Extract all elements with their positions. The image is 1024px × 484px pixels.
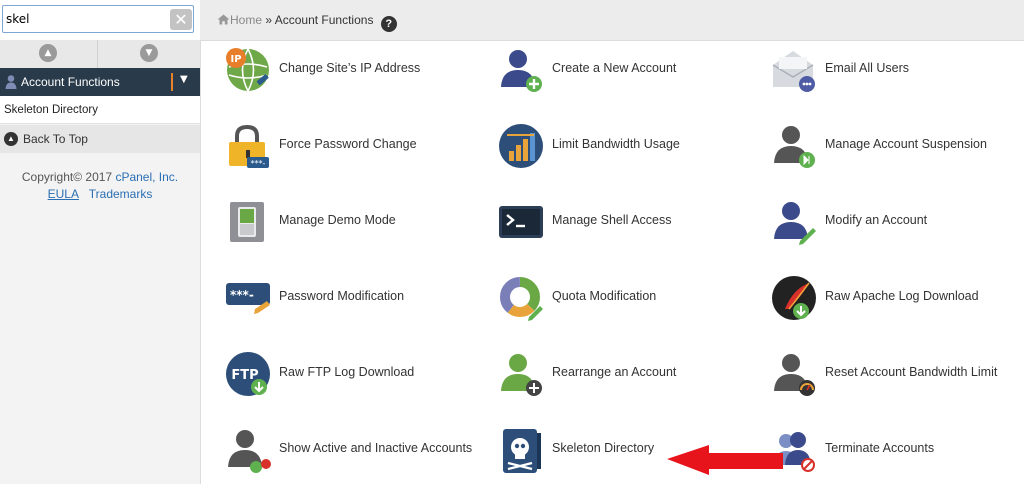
tile-limit-bandwidth-usage[interactable]: Limit Bandwidth Usage [498, 123, 748, 173]
tile-label: Rearrange an Account [552, 365, 677, 379]
user-suspend-icon [774, 126, 815, 168]
back-to-top-label: Back To Top [23, 132, 88, 146]
breadcrumb-home-label: Home [230, 13, 263, 27]
category-toggle-icon[interactable]: ▼ [180, 74, 188, 85]
user-edit-icon [774, 202, 816, 245]
tile-label: Manage Account Suspension [825, 137, 987, 151]
back-to-top-link[interactable]: ▲ Back To Top [0, 125, 200, 153]
collapse-all-icon[interactable]: ▲ [39, 44, 57, 62]
envelope-icon [772, 51, 815, 92]
password-key-icon: ***- [226, 283, 270, 314]
svg-text:***-: ***- [251, 159, 266, 168]
svg-text:IP: IP [230, 54, 241, 65]
tile-password-modification[interactable]: ***- Password Modification [225, 275, 475, 325]
tile-reset-account-bandwidth-limit[interactable]: Reset Account Bandwidth Limit [771, 351, 1021, 401]
copyright: Copyright© 2017 cPanel, Inc. EULA Tradem… [0, 169, 200, 203]
tile-force-password-change[interactable]: ***- Force Password Change [225, 123, 475, 173]
tile-label: Create a New Account [552, 61, 677, 75]
divider [97, 40, 98, 68]
tile-modify-an-account[interactable]: Modify an Account [771, 199, 1021, 249]
tile-rearrange-an-account[interactable]: Rearrange an Account [498, 351, 748, 401]
tile-manage-demo-mode[interactable]: Manage Demo Mode [225, 199, 475, 249]
user-move-icon [501, 354, 542, 396]
annotation-arrow-icon [667, 445, 783, 475]
sidebar: ✕ ▲ ▼ Account Functions ▼ Skeleton Direc… [0, 0, 201, 484]
home-icon [217, 14, 230, 25]
apache-feather-icon [772, 276, 816, 320]
tile-manage-account-suspension[interactable]: Manage Account Suspension [771, 123, 1021, 173]
sidebar-item-skeleton-directory[interactable]: Skeleton Directory [0, 96, 200, 124]
bandwidth-chart-icon [499, 124, 543, 168]
tile-label: Email All Users [825, 61, 910, 75]
user-icon [5, 75, 17, 89]
cpanel-link[interactable]: cPanel, Inc. [115, 170, 178, 184]
tile-raw-apache-log-download[interactable]: Raw Apache Log Download [771, 275, 1021, 325]
svg-text:***-: ***- [230, 288, 254, 302]
tile-label: Modify an Account [825, 213, 928, 227]
eula-link[interactable]: EULA [48, 187, 79, 201]
terminal-icon [499, 206, 543, 238]
arrow-up-icon: ▲ [4, 132, 18, 146]
user-gauge-icon [774, 354, 815, 396]
padlock-icon: ***- [229, 124, 269, 168]
copyright-text: Copyright© 2017 [21, 170, 113, 184]
tile-label: Manage Shell Access [552, 213, 672, 227]
tile-label: Terminate Accounts [825, 441, 935, 455]
category-label: Account Functions [21, 75, 120, 89]
tile-show-active-inactive-accounts[interactable]: Show Active and Inactive Accounts [225, 427, 495, 477]
clear-search-icon[interactable]: ✕ [170, 9, 192, 30]
help-icon[interactable]: ? [380, 16, 397, 32]
tile-label: Show Active and Inactive Accounts [279, 441, 473, 455]
ftp-download-icon: FTP [226, 352, 270, 396]
tile-quota-modification[interactable]: Quota Modification [498, 275, 748, 325]
tile-manage-shell-access[interactable]: Manage Shell Access [498, 199, 748, 249]
breadcrumb-home[interactable]: Home [217, 13, 262, 27]
quota-donut-icon [500, 277, 543, 321]
tile-label: Quota Modification [552, 289, 657, 303]
breadcrumb-separator: » [265, 13, 273, 27]
tile-label: Reset Account Bandwidth Limit [825, 365, 998, 379]
tile-email-all-users[interactable]: Email All Users [771, 47, 1021, 97]
tile-label: Raw FTP Log Download [279, 365, 415, 379]
ip-globe-icon: IP [226, 48, 269, 92]
tile-label: Password Modification [279, 289, 405, 303]
expand-all-icon[interactable]: ▼ [140, 44, 158, 62]
tile-label: Limit Bandwidth Usage [552, 137, 680, 151]
tile-label: Raw Apache Log Download [825, 289, 979, 303]
tile-label: Manage Demo Mode [279, 213, 396, 227]
breadcrumb-current: Account Functions [274, 13, 374, 27]
tile-label: Force Password Change [279, 137, 417, 151]
collapse-expand-bar: ▲ ▼ [0, 40, 200, 69]
user-status-icon [228, 430, 271, 473]
divider [171, 73, 173, 91]
search-input[interactable] [2, 5, 194, 33]
tile-label: Change Site’s IP Address [279, 61, 421, 75]
tile-raw-ftp-log-download[interactable]: FTP Raw FTP Log Download [225, 351, 475, 401]
demo-switch-icon [230, 202, 264, 242]
tile-terminate-accounts[interactable]: Terminate Accounts [771, 427, 1021, 477]
tile-change-site-ip-address[interactable]: IP Change Site’s IP Address [225, 47, 475, 97]
category-header-account-functions[interactable]: Account Functions ▼ [0, 68, 200, 96]
user-add-icon [501, 50, 542, 92]
breadcrumb: Home » Account Functions ? [217, 13, 397, 32]
skull-book-icon [503, 429, 541, 473]
search-area: ✕ [0, 0, 200, 40]
tile-create-new-account[interactable]: Create a New Account [498, 47, 748, 97]
top-bar: Home » Account Functions ? [200, 0, 1024, 41]
trademarks-link[interactable]: Trademarks [89, 187, 153, 201]
tile-label: Skeleton Directory [552, 441, 655, 455]
